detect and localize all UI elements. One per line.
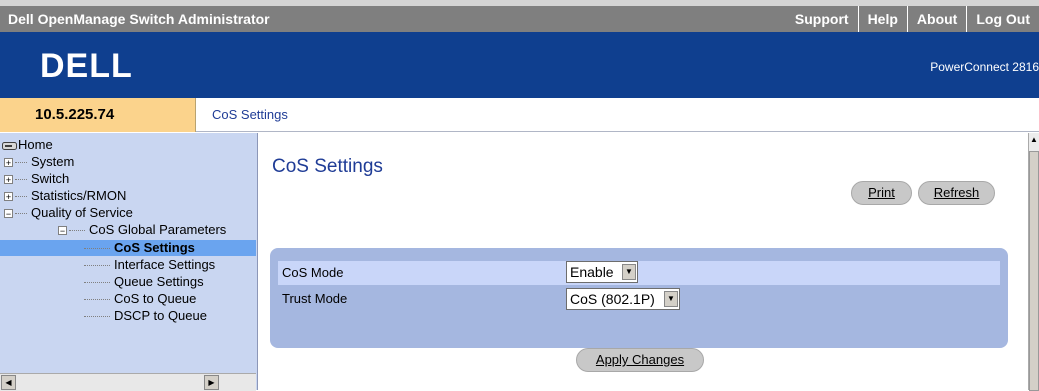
banner: DELL PowerConnect 2816 — [0, 32, 1039, 98]
about-link[interactable]: About — [906, 6, 966, 32]
model-name: PowerConnect 2816 — [930, 60, 1039, 74]
dell-logo: DELL — [40, 47, 133, 81]
cos-mode-label: CoS Mode — [282, 265, 344, 280]
trust-mode-label: Trust Mode — [282, 291, 348, 306]
top-links: Support Help About Log Out — [786, 6, 1039, 32]
dropdown-arrow-icon[interactable]: ▼ — [664, 291, 678, 307]
tree-home-label: Home — [18, 137, 53, 152]
scroll-up-icon[interactable]: ▲ — [1029, 135, 1039, 149]
top-bar: Dell OpenManage Switch Administrator Sup… — [0, 0, 1039, 32]
cos-mode-select[interactable]: Enable ▼ — [566, 261, 638, 283]
expand-icon[interactable]: + — [4, 175, 13, 185]
collapse-icon[interactable]: − — [58, 226, 67, 236]
cos-mode-value: Enable — [570, 264, 614, 280]
tree-home[interactable]: Home — [2, 137, 53, 153]
cos-mode-row — [278, 261, 1000, 285]
trust-mode-value: CoS (802.1P) — [570, 291, 655, 307]
logout-link[interactable]: Log Out — [966, 6, 1039, 32]
refresh-button[interactable]: Refresh — [918, 181, 995, 205]
breadcrumb-text: CoS Settings — [212, 107, 288, 122]
sidebar-item-cos-global[interactable]: − CoS Global Parameters — [58, 222, 226, 238]
sidebar-item-switch[interactable]: + Switch — [4, 171, 69, 187]
apply-changes-button[interactable]: Apply Changes — [576, 348, 704, 372]
trust-mode-select[interactable]: CoS (802.1P) ▼ — [566, 288, 680, 310]
scroll-thumb[interactable] — [1029, 151, 1039, 391]
expand-icon[interactable]: + — [4, 158, 13, 168]
ip-address-box: 10.5.225.74 — [0, 98, 196, 132]
settings-panel: CoS Mode Enable ▼ Trust Mode CoS (802.1P… — [270, 248, 1008, 348]
scroll-right-icon[interactable]: ▶ — [204, 375, 219, 390]
sidebar-item-statistics[interactable]: + Statistics/RMON — [4, 188, 126, 204]
breadcrumb: CoS Settings — [196, 98, 1039, 132]
sidebar: Home + System + Switch + Statistics/RMON − Q… — [0, 133, 258, 391]
sidebar-horizontal-scrollbar[interactable]: ◀ ▶ — [0, 373, 256, 391]
page-title: CoS Settings — [272, 156, 383, 177]
collapse-icon[interactable]: − — [4, 209, 13, 219]
sidebar-item-interface-settings[interactable]: Interface Settings — [84, 257, 215, 273]
expand-icon[interactable]: + — [4, 192, 13, 202]
home-drive-icon — [2, 141, 17, 150]
support-link[interactable]: Support — [786, 6, 858, 32]
ip-address: 10.5.225.74 — [35, 106, 115, 123]
main-vertical-scrollbar[interactable]: ▲ — [1028, 133, 1039, 391]
svg-text:DELL: DELL — [40, 47, 133, 81]
scroll-left-icon[interactable]: ◀ — [1, 375, 16, 390]
print-button[interactable]: Print — [851, 181, 912, 205]
sidebar-item-dscp-to-queue[interactable]: DSCP to Queue — [84, 308, 207, 324]
sidebar-item-queue-settings[interactable]: Queue Settings — [84, 274, 204, 290]
sidebar-item-cos-to-queue[interactable]: CoS to Queue — [84, 291, 196, 307]
help-link[interactable]: Help — [857, 6, 907, 32]
sidebar-item-qos[interactable]: − Quality of Service — [4, 205, 133, 221]
sidebar-item-cos-settings[interactable]: CoS Settings — [0, 240, 256, 256]
app-title: Dell OpenManage Switch Administrator — [8, 11, 270, 27]
dropdown-arrow-icon[interactable]: ▼ — [622, 264, 636, 280]
sidebar-item-system[interactable]: + System — [4, 154, 74, 170]
